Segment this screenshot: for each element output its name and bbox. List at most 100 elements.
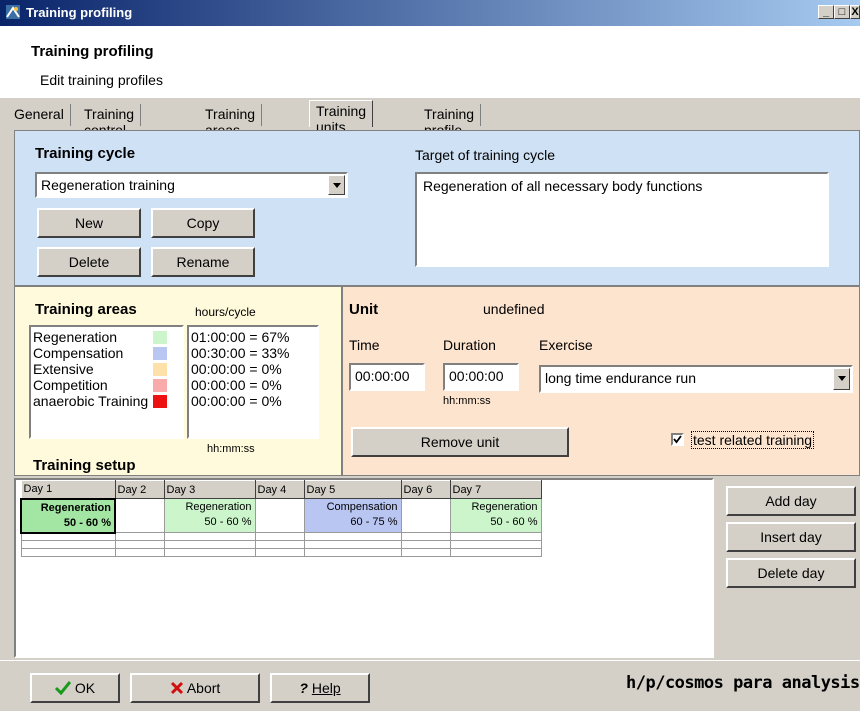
empty-cell[interactable] <box>163 540 256 549</box>
empty-cell[interactable] <box>20 532 116 541</box>
tab-general[interactable]: General <box>8 104 71 126</box>
training-setup-heading: Training setup <box>33 457 136 474</box>
empty-cell[interactable] <box>303 548 402 557</box>
x-mark-icon <box>170 681 183 695</box>
empty-cell[interactable] <box>254 540 305 549</box>
check-icon <box>673 435 682 444</box>
day-unit-cell[interactable]: Compensation 60 - 75 % <box>303 498 402 533</box>
empty-cell[interactable] <box>400 540 451 549</box>
new-button[interactable]: New <box>37 208 141 238</box>
chevron-down-icon[interactable] <box>328 175 345 195</box>
ok-button[interactable]: OK <box>30 673 120 703</box>
empty-cell[interactable] <box>114 532 165 541</box>
abort-label: Abort <box>186 680 221 696</box>
day-unit-cell[interactable] <box>400 498 451 533</box>
empty-cell[interactable] <box>114 540 165 549</box>
empty-cell[interactable] <box>400 532 451 541</box>
empty-cell[interactable] <box>163 532 256 541</box>
area-row[interactable]: Extensive <box>33 361 180 377</box>
empty-cell[interactable] <box>254 532 305 541</box>
unit-status: undefined <box>483 301 545 317</box>
area-hours: 01:00:00 = 67% <box>191 329 290 345</box>
copy-button[interactable]: Copy <box>151 208 255 238</box>
empty-cell[interactable] <box>20 548 116 557</box>
abort-button[interactable]: Abort <box>130 673 260 703</box>
duration-label: Duration <box>443 337 496 353</box>
day-header[interactable]: Day 3 <box>163 480 256 499</box>
area-hours: 00:00:00 = 0% <box>191 393 282 409</box>
delete-day-button[interactable]: Delete day <box>726 558 856 588</box>
unit-name: Regeneration <box>185 501 252 513</box>
test-related-checkbox[interactable] <box>671 433 684 446</box>
day-header[interactable]: Day 7 <box>449 480 542 499</box>
exercise-label: Exercise <box>539 337 593 353</box>
day-header[interactable]: Day 5 <box>303 480 402 499</box>
tab-training-control[interactable]: Training control <box>78 104 142 138</box>
maximize-button[interactable]: □ <box>834 5 850 19</box>
area-row[interactable]: Regeneration <box>33 329 180 345</box>
training-setup-grid[interactable]: Day 1 Day 2 Day 3 Day 4 Day 5 Day 6 Day … <box>14 478 714 658</box>
empty-cell[interactable] <box>303 532 402 541</box>
unit-panel: Unit undefined Time Duration Exercise 00… <box>342 286 860 476</box>
tab-training-areas[interactable]: Training areas <box>199 104 263 138</box>
area-name: Competition <box>33 377 108 393</box>
delete-cycle-button[interactable]: Delete <box>37 247 141 277</box>
hours-per-cycle-label: hours/cycle <box>195 305 256 319</box>
day-header[interactable]: Day 6 <box>400 480 451 499</box>
window-title: Training profiling <box>26 5 133 20</box>
day-header[interactable]: Day 1 <box>20 480 116 499</box>
area-color-swatch <box>153 331 167 344</box>
page-subtitle: Edit training profiles <box>40 72 163 88</box>
tab-training-units[interactable]: Training units <box>309 100 374 135</box>
area-hours: 00:30:00 = 33% <box>191 345 290 361</box>
chevron-down-icon[interactable] <box>833 368 850 390</box>
empty-cell[interactable] <box>303 540 402 549</box>
empty-cell[interactable] <box>254 548 305 557</box>
page-title: Training profiling <box>31 43 154 60</box>
day-header[interactable]: Day 2 <box>114 480 165 499</box>
title-bar: Training profiling _ □ X <box>0 0 860 26</box>
insert-day-button[interactable]: Insert day <box>726 522 856 552</box>
training-areas-list[interactable]: Regeneration Compensation Extensive Comp… <box>29 325 184 439</box>
day-unit-cell[interactable]: Regeneration 50 - 60 % <box>163 498 256 533</box>
exercise-select[interactable]: long time endurance run <box>539 365 853 393</box>
remove-unit-button[interactable]: Remove unit <box>351 427 569 457</box>
unit-name: Compensation <box>326 501 398 513</box>
target-label: Target of training cycle <box>415 147 556 163</box>
area-color-swatch <box>153 395 167 408</box>
area-color-swatch <box>153 363 167 376</box>
area-hours-list: 01:00:00 = 67% 00:30:00 = 33% 00:00:00 =… <box>187 325 319 439</box>
help-label: Help <box>311 680 341 696</box>
training-cycle-select[interactable]: Regeneration training <box>35 172 348 198</box>
help-button[interactable]: ? Help <box>270 673 370 703</box>
empty-cell[interactable] <box>449 532 542 541</box>
empty-cell[interactable] <box>114 548 165 557</box>
day-unit-cell[interactable] <box>254 498 305 533</box>
test-related-label[interactable]: test related training <box>691 431 815 449</box>
duration-input[interactable]: 00:00:00 <box>443 363 519 391</box>
rename-button[interactable]: Rename <box>151 247 255 277</box>
day-unit-cell[interactable]: Regeneration 50 - 60 % <box>20 497 116 534</box>
area-row[interactable]: Compensation <box>33 345 180 361</box>
day-unit-cell[interactable]: Regeneration 50 - 60 % <box>449 498 542 533</box>
empty-cell[interactable] <box>449 540 542 549</box>
tab-training-profile[interactable]: Training profile <box>418 104 482 138</box>
empty-cell[interactable] <box>20 540 116 549</box>
training-cycle-panel: Training cycle Regeneration training New… <box>14 130 860 286</box>
time-input[interactable]: 00:00:00 <box>349 363 425 391</box>
target-textarea[interactable]: Regeneration of all necessary body funct… <box>415 172 829 267</box>
area-row[interactable]: Competition <box>33 377 180 393</box>
minimize-button[interactable]: _ <box>818 5 834 19</box>
close-button[interactable]: X <box>850 5 860 19</box>
empty-cell[interactable] <box>400 548 451 557</box>
unit-range: 50 - 60 % <box>63 516 111 529</box>
add-day-button[interactable]: Add day <box>726 486 856 516</box>
help-question-icon: ? <box>299 680 308 696</box>
day-unit-cell[interactable] <box>114 498 165 533</box>
empty-cell[interactable] <box>449 548 542 557</box>
area-color-swatch <box>153 379 167 392</box>
day-header[interactable]: Day 4 <box>254 480 305 499</box>
day-buttons: Add day Insert day Delete day <box>714 478 860 658</box>
area-row[interactable]: anaerobic Training <box>33 393 180 409</box>
empty-cell[interactable] <box>163 548 256 557</box>
